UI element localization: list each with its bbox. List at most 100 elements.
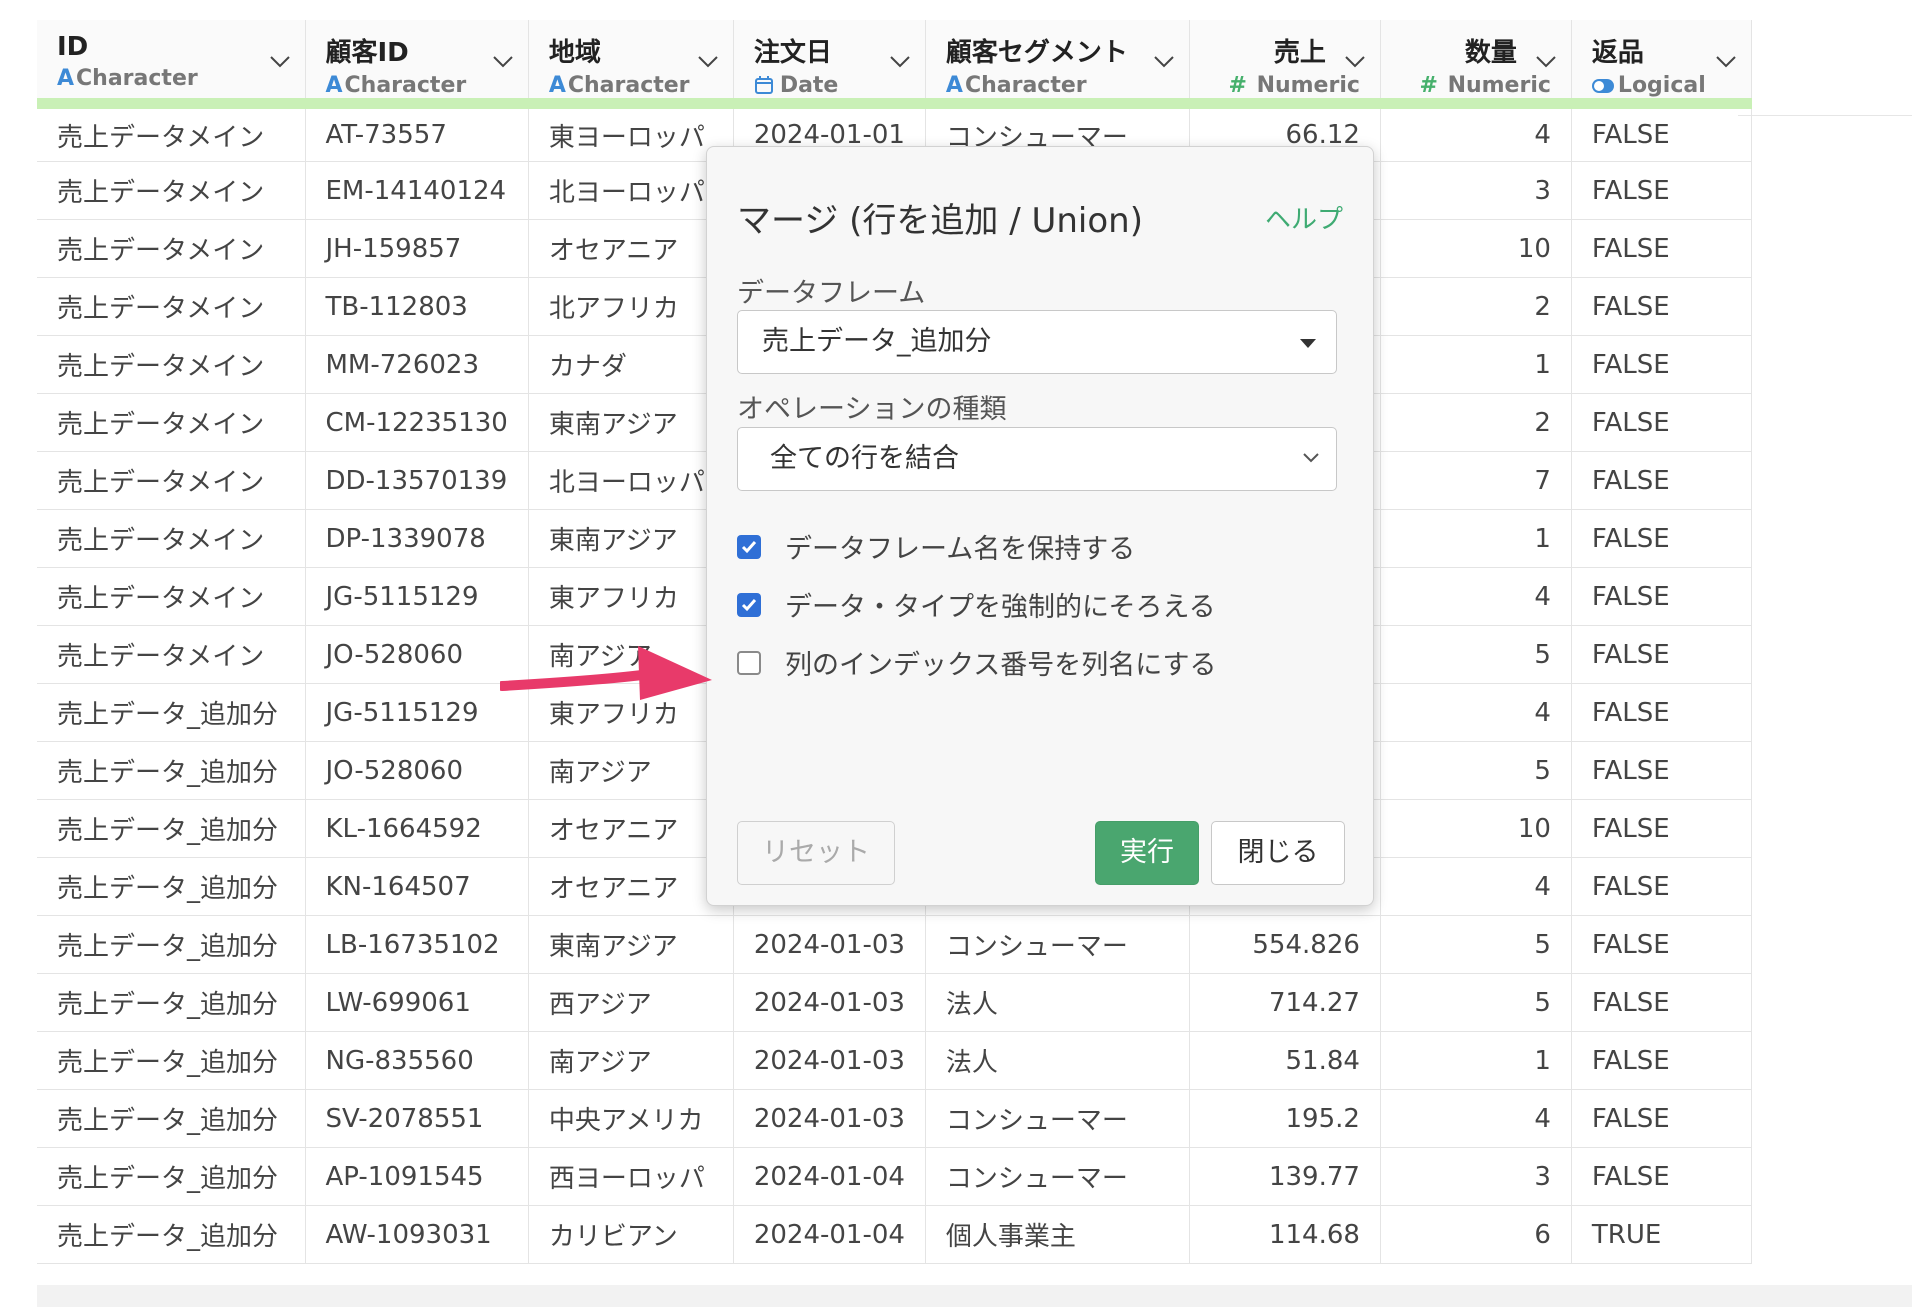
table-cell[interactable]: SV-2078551 xyxy=(305,1089,529,1148)
table-cell[interactable]: 西ヨーロッパ xyxy=(528,1147,734,1206)
table-cell[interactable]: LW-699061 xyxy=(305,973,529,1032)
table-cell[interactable]: FALSE xyxy=(1571,567,1752,626)
table-cell[interactable]: KN-164507 xyxy=(305,857,529,916)
table-cell[interactable]: AT-73557 xyxy=(305,103,529,162)
table-cell[interactable]: FALSE xyxy=(1571,335,1752,394)
table-cell[interactable]: 2024-01-04 xyxy=(733,1205,926,1264)
column-header[interactable]: 注文日 Date xyxy=(733,20,926,109)
chevron-down-icon[interactable] xyxy=(1715,54,1737,68)
table-cell[interactable]: 売上データ_追加分 xyxy=(37,1089,306,1148)
table-cell[interactable]: FALSE xyxy=(1571,799,1752,858)
table-cell[interactable]: FALSE xyxy=(1571,973,1752,1032)
table-cell[interactable]: JH-159857 xyxy=(305,219,529,278)
table-cell[interactable]: 139.77 xyxy=(1189,1147,1381,1206)
table-cell[interactable]: 195.2 xyxy=(1189,1089,1381,1148)
table-cell[interactable]: 売上データ_追加分 xyxy=(37,857,306,916)
table-cell[interactable]: 北アフリカ xyxy=(528,277,734,336)
table-cell[interactable]: 2024-01-03 xyxy=(733,973,926,1032)
table-cell[interactable]: FALSE xyxy=(1571,451,1752,510)
column-header[interactable]: ID ACharacter xyxy=(37,20,306,109)
table-cell[interactable]: 南アジア xyxy=(528,741,734,800)
table-cell[interactable]: 西アジア xyxy=(528,973,734,1032)
column-header[interactable]: 返品 Logical xyxy=(1571,20,1752,109)
table-cell[interactable]: 売上データメイン xyxy=(37,219,306,278)
table-cell[interactable]: 2024-01-03 xyxy=(733,1031,926,1090)
table-cell[interactable]: コンシューマー xyxy=(925,1089,1190,1148)
table-cell[interactable]: 7 xyxy=(1380,451,1572,510)
table-cell[interactable]: AW-1093031 xyxy=(305,1205,529,1264)
table-cell[interactable]: 4 xyxy=(1380,683,1572,742)
table-cell[interactable]: 5 xyxy=(1380,625,1572,684)
table-cell[interactable]: MM-726023 xyxy=(305,335,529,394)
table-cell[interactable]: TRUE xyxy=(1571,1205,1752,1264)
table-cell[interactable]: コンシューマー xyxy=(925,1147,1190,1206)
checkbox-unchecked-icon[interactable] xyxy=(737,650,761,675)
table-cell[interactable]: DP-1339078 xyxy=(305,509,529,568)
table-cell[interactable]: 2024-01-04 xyxy=(733,1147,926,1206)
table-cell[interactable]: DD-13570139 xyxy=(305,451,529,510)
dataframe-select[interactable]: 売上データ_追加分 xyxy=(737,310,1337,374)
chevron-down-icon[interactable] xyxy=(1535,54,1557,68)
table-cell[interactable]: FALSE xyxy=(1571,741,1752,800)
horizontal-scrollbar-track[interactable] xyxy=(37,1285,1912,1307)
table-cell[interactable]: 2024-01-03 xyxy=(733,1089,926,1148)
table-cell[interactable]: 東南アジア xyxy=(528,915,734,974)
chevron-down-icon[interactable] xyxy=(492,54,514,68)
table-cell[interactable]: LB-16735102 xyxy=(305,915,529,974)
table-cell[interactable]: FALSE xyxy=(1571,915,1752,974)
table-cell[interactable]: FALSE xyxy=(1571,103,1752,162)
table-cell[interactable]: オセアニア xyxy=(528,219,734,278)
table-cell[interactable]: 51.84 xyxy=(1189,1031,1381,1090)
table-cell[interactable]: 売上データメイン xyxy=(37,335,306,394)
table-cell[interactable]: 個人事業主 xyxy=(925,1205,1190,1264)
table-cell[interactable]: FALSE xyxy=(1571,509,1752,568)
table-cell[interactable]: 6 xyxy=(1380,1205,1572,1264)
chevron-down-icon[interactable] xyxy=(269,54,291,68)
table-cell[interactable]: 東南アジア xyxy=(528,509,734,568)
table-cell[interactable]: JO-528060 xyxy=(305,625,529,684)
table-cell[interactable]: FALSE xyxy=(1571,857,1752,916)
table-cell[interactable]: JO-528060 xyxy=(305,741,529,800)
table-cell[interactable]: 東アフリカ xyxy=(528,567,734,626)
table-cell[interactable]: JG-5115129 xyxy=(305,567,529,626)
table-cell[interactable]: 北ヨーロッパ xyxy=(528,161,734,220)
table-cell[interactable]: 売上データ_追加分 xyxy=(37,683,306,742)
column-header[interactable]: 顧客ID ACharacter xyxy=(305,20,529,109)
table-cell[interactable]: JG-5115129 xyxy=(305,683,529,742)
table-cell[interactable]: FALSE xyxy=(1571,393,1752,452)
table-cell[interactable]: FALSE xyxy=(1571,161,1752,220)
table-cell[interactable]: FALSE xyxy=(1571,277,1752,336)
table-cell[interactable]: FALSE xyxy=(1571,625,1752,684)
table-cell[interactable]: 5 xyxy=(1380,741,1572,800)
table-cell[interactable]: オセアニア xyxy=(528,799,734,858)
option-index-as-column-name[interactable]: 列のインデックス番号を列名にする xyxy=(737,643,1216,682)
table-cell[interactable]: カリビアン xyxy=(528,1205,734,1264)
table-cell[interactable]: 2 xyxy=(1380,393,1572,452)
table-cell[interactable]: FALSE xyxy=(1571,683,1752,742)
table-cell[interactable]: 4 xyxy=(1380,857,1572,916)
table-cell[interactable]: 4 xyxy=(1380,103,1572,162)
table-cell[interactable]: 114.68 xyxy=(1189,1205,1381,1264)
help-link[interactable]: ヘルプ xyxy=(1265,199,1343,236)
table-cell[interactable]: 10 xyxy=(1380,799,1572,858)
table-cell[interactable]: 売上データ_追加分 xyxy=(37,741,306,800)
column-header[interactable]: 数量 # Numeric xyxy=(1380,20,1572,109)
table-cell[interactable]: 売上データメイン xyxy=(37,567,306,626)
table-cell[interactable]: 売上データ_追加分 xyxy=(37,1147,306,1206)
table-cell[interactable]: 554.826 xyxy=(1189,915,1381,974)
operation-type-select[interactable]: 全ての行を結合 xyxy=(737,427,1337,491)
table-cell[interactable]: 10 xyxy=(1380,219,1572,278)
checkbox-checked-icon[interactable] xyxy=(737,534,761,559)
table-cell[interactable]: TB-112803 xyxy=(305,277,529,336)
column-header[interactable]: 売上 # Numeric xyxy=(1189,20,1381,109)
table-cell[interactable]: オセアニア xyxy=(528,857,734,916)
table-cell[interactable]: 売上データ_追加分 xyxy=(37,799,306,858)
table-cell[interactable]: 中央アメリカ xyxy=(528,1089,734,1148)
chevron-down-icon[interactable] xyxy=(889,54,911,68)
table-cell[interactable]: 売上データメイン xyxy=(37,161,306,220)
table-cell[interactable]: 売上データメイン xyxy=(37,103,306,162)
table-cell[interactable]: 売上データ_追加分 xyxy=(37,1205,306,1264)
table-cell[interactable]: AP-1091545 xyxy=(305,1147,529,1206)
table-cell[interactable]: 1 xyxy=(1380,509,1572,568)
table-cell[interactable]: 3 xyxy=(1380,1147,1572,1206)
